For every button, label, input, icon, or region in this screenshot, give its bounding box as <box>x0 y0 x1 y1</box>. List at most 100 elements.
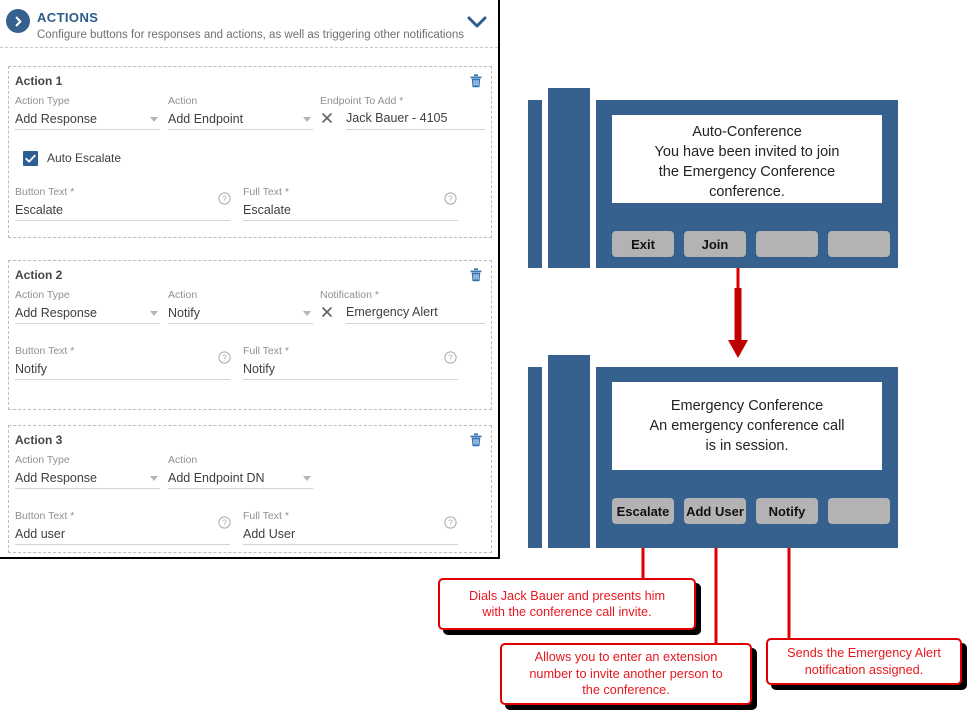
field-label: Action Type <box>15 454 70 466</box>
field-full-text-3[interactable]: Full Text * Add User <box>243 510 458 545</box>
field-button-text-1[interactable]: Button Text * Escalate <box>15 186 230 221</box>
field-action-type-3[interactable]: Action Type Add Response <box>15 454 160 489</box>
phone-mockup-bottom: Emergency Conference An emergency confer… <box>528 355 898 548</box>
action-block-2: Action 2 Action Type Add Response Action… <box>8 260 492 410</box>
softkey-notify[interactable]: Notify <box>756 498 818 524</box>
help-icon[interactable]: ? <box>218 516 231 529</box>
screen-line-2: the Emergency Conference <box>658 164 836 180</box>
svg-text:?: ? <box>448 194 453 203</box>
chevron-down-icon[interactable] <box>150 311 158 316</box>
field-label: Notification * <box>320 289 379 301</box>
field-value: Escalate <box>243 203 291 217</box>
phone-screen: Emergency Conference An emergency confer… <box>612 382 882 470</box>
field-endpoint-to-add-1[interactable]: Endpoint To Add * Jack Bauer - 4105 <box>320 95 485 130</box>
callout-notify: Sends the Emergency Alert notification a… <box>766 638 962 685</box>
chevron-down-icon[interactable] <box>303 311 311 316</box>
field-value: Escalate <box>15 203 63 217</box>
softkey-join[interactable]: Join <box>684 231 746 257</box>
svg-text:?: ? <box>222 353 227 362</box>
field-value: Notify <box>15 362 47 376</box>
field-full-text-2[interactable]: Full Text * Notify <box>243 345 458 380</box>
callout-line-2: notification assigned. <box>804 662 924 677</box>
delete-action-icon[interactable] <box>469 267 483 283</box>
delete-action-icon[interactable] <box>469 432 483 448</box>
down-arrow-icon <box>728 288 748 358</box>
phone-side-bar-left <box>528 367 542 548</box>
panel-header[interactable]: ACTIONS Configure buttons for responses … <box>0 0 498 48</box>
page-title: ACTIONS <box>37 10 99 25</box>
remove-notification-icon[interactable] <box>320 304 334 320</box>
callout-escalate: Dials Jack Bauer and presents him with t… <box>438 578 696 630</box>
svg-text:?: ? <box>448 353 453 362</box>
field-action-type-1[interactable]: Action Type Add Response <box>15 95 160 130</box>
field-value: Add Response <box>15 306 98 320</box>
callout-text: Allows you to enter an extension number … <box>529 649 722 699</box>
svg-text:?: ? <box>448 518 453 527</box>
chevron-down-icon[interactable] <box>303 476 311 481</box>
field-label: Button Text * <box>15 186 75 198</box>
phone-mockup-top: Auto-Conference You have been invited to… <box>528 88 898 268</box>
callout-add-user: Allows you to enter an extension number … <box>500 643 752 705</box>
field-label: Action <box>168 95 198 107</box>
screen-line-2: is in session. <box>705 438 789 454</box>
field-button-text-2[interactable]: Button Text * Notify <box>15 345 230 380</box>
help-icon[interactable]: ? <box>444 516 457 529</box>
field-label: Action Type <box>15 95 70 107</box>
actions-config-panel: ACTIONS Configure buttons for responses … <box>0 0 500 559</box>
field-value: Jack Bauer - 4105 <box>346 111 448 125</box>
field-full-text-1[interactable]: Full Text * Escalate <box>243 186 458 221</box>
help-icon[interactable]: ? <box>444 192 457 205</box>
softkey-blank-3[interactable] <box>828 498 890 524</box>
field-action-1[interactable]: Action Add Endpoint <box>168 95 313 130</box>
field-label: Button Text * <box>15 510 75 522</box>
callout-line-2: number to invite another person to <box>529 666 723 681</box>
action-title: Action 3 <box>15 433 63 447</box>
field-value: Add Endpoint DN <box>168 471 265 485</box>
field-action-2[interactable]: Action Notify <box>168 289 313 324</box>
callout-text: Dials Jack Bauer and presents him with t… <box>469 588 665 621</box>
softkey-add-user[interactable]: Add User <box>684 498 746 524</box>
softkey-blank-1[interactable] <box>756 231 818 257</box>
softkey-blank-2[interactable] <box>828 231 890 257</box>
screen-line-1: An emergency conference call <box>649 418 845 434</box>
panel-subtitle: Configure buttons for responses and acti… <box>37 29 465 41</box>
softkey-escalate[interactable]: Escalate <box>612 498 674 524</box>
field-label: Full Text * <box>243 186 289 198</box>
action-title: Action 1 <box>15 74 63 88</box>
action-title: Action 2 <box>15 268 63 282</box>
softkey-exit[interactable]: Exit <box>612 231 674 257</box>
phone-side-bar-mid <box>548 88 590 268</box>
help-icon[interactable]: ? <box>218 351 231 364</box>
field-value: Add User <box>243 527 296 541</box>
field-value: Emergency Alert <box>346 305 438 319</box>
phone-screen: Auto-Conference You have been invited to… <box>612 115 882 203</box>
chevron-down-icon[interactable] <box>150 117 158 122</box>
field-notification-2[interactable]: Notification * Emergency Alert <box>320 289 485 324</box>
action-block-1: Action 1 Action Type Add Response Action… <box>8 66 492 238</box>
field-value: Add Response <box>15 112 98 126</box>
chevron-down-icon[interactable] <box>150 476 158 481</box>
checkbox-label: Auto Escalate <box>47 151 122 165</box>
help-icon[interactable]: ? <box>218 192 231 205</box>
field-action-type-2[interactable]: Action Type Add Response <box>15 289 160 324</box>
action-block-3: Action 3 Action Type Add Response Action… <box>8 425 492 553</box>
checkbox-box[interactable] <box>23 151 38 166</box>
phone-side-bar-mid <box>548 355 590 548</box>
callout-line-1: Allows you to enter an extension <box>534 650 718 665</box>
chevron-down-icon[interactable] <box>466 14 488 30</box>
help-icon[interactable]: ? <box>444 351 457 364</box>
screen-title: Auto-Conference <box>692 124 802 140</box>
chevron-right-circle-icon <box>6 9 30 33</box>
field-button-text-3[interactable]: Button Text * Add user <box>15 510 230 545</box>
field-label: Full Text * <box>243 345 289 357</box>
field-label: Action <box>168 454 198 466</box>
field-label: Full Text * <box>243 510 289 522</box>
field-value: Add Endpoint <box>168 112 244 126</box>
field-action-3[interactable]: Action Add Endpoint DN <box>168 454 313 489</box>
field-value: Notify <box>243 362 275 376</box>
remove-endpoint-icon[interactable] <box>320 110 334 126</box>
screen-line-1: You have been invited to join <box>654 144 840 160</box>
field-label: Endpoint To Add * <box>320 95 404 107</box>
chevron-down-icon[interactable] <box>303 117 311 122</box>
delete-action-icon[interactable] <box>469 73 483 89</box>
